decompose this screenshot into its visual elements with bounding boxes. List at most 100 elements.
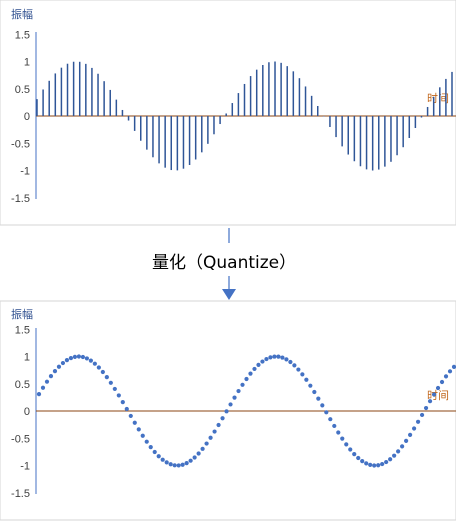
- quantized-point: [168, 462, 173, 467]
- quantized-point: [124, 406, 129, 412]
- quantized-point: [220, 416, 225, 421]
- quantized-point: [148, 445, 153, 450]
- quantized-point: [360, 458, 365, 464]
- quantized-point: [212, 429, 217, 434]
- quantized-point: [136, 427, 141, 432]
- quantized-point: [68, 355, 74, 361]
- quantized-point: [216, 422, 221, 428]
- quantized-point: [120, 400, 125, 405]
- quantized-point: [380, 461, 385, 467]
- quantized-point: [368, 462, 373, 467]
- quantized-point: [104, 375, 109, 380]
- y-tick-label: 1.5: [15, 29, 30, 41]
- quantized-point: [427, 399, 433, 404]
- quantized-point: [200, 446, 205, 451]
- quantized-point: [304, 377, 309, 382]
- quantized-point: [344, 442, 349, 447]
- quantized-point: [288, 359, 293, 365]
- quantized-point: [272, 354, 277, 359]
- y-tick-label: 1: [24, 57, 30, 69]
- quantized-point: [100, 369, 105, 375]
- quantized-point: [280, 355, 285, 360]
- quantized-point: [84, 356, 89, 361]
- quantized-point: [140, 433, 145, 438]
- y-tick-label: -1.5: [11, 193, 30, 205]
- quantized-point: [236, 388, 241, 394]
- quantized-signal-panel: 振幅 时间 1.510.50-0.5-1-1.5: [0, 300, 456, 521]
- quantized-point: [156, 454, 161, 459]
- quantized-point: [48, 374, 54, 379]
- quantized-point: [284, 357, 289, 362]
- quantized-point: [384, 459, 389, 465]
- quantized-point: [244, 376, 249, 382]
- quantized-point: [204, 441, 209, 446]
- quantized-point: [364, 461, 369, 466]
- quantize-step-label: 量化（Quantize）: [152, 253, 296, 273]
- quantized-point: [80, 354, 85, 360]
- quantized-point: [435, 385, 441, 391]
- y-tick-label: 0.5: [15, 84, 30, 96]
- quantized-point: [116, 393, 121, 398]
- quantized-point: [404, 438, 409, 443]
- quantized-point: [356, 455, 361, 461]
- quantized-point: [208, 435, 213, 440]
- quantized-point: [44, 379, 50, 384]
- quantized-point: [252, 366, 257, 372]
- quantized-point: [268, 355, 273, 360]
- quantized-point: [176, 463, 181, 468]
- quantized-point: [308, 383, 313, 388]
- quantized-point: [260, 359, 265, 364]
- quantized-point: [132, 420, 137, 425]
- quantized-point: [256, 362, 261, 367]
- quantized-point: [348, 447, 353, 452]
- y-tick-label: 1.5: [15, 324, 30, 336]
- y-tick-label: -1: [20, 461, 30, 473]
- quantized-point: [60, 360, 66, 366]
- quantized-point: [336, 430, 341, 435]
- quantized-point: [300, 372, 305, 377]
- quantized-point: [108, 380, 113, 385]
- y-tick-label: 0: [24, 406, 30, 418]
- quantized-point: [76, 354, 82, 359]
- quantized-point: [352, 452, 357, 457]
- quantized-point: [240, 382, 245, 387]
- y-tick-label: -0.5: [11, 138, 30, 150]
- quantized-point: [188, 458, 193, 463]
- sampled-signal-panel: 振幅 时间 1.510.50-0.5-1-1.5: [0, 0, 456, 226]
- quantized-point: [264, 356, 269, 362]
- down-arrow-icon: [222, 289, 236, 300]
- quantized-point: [192, 455, 197, 460]
- quantized-point: [144, 439, 149, 444]
- quantized-point: [88, 358, 93, 363]
- quantized-point: [332, 423, 337, 429]
- quantization-diagram: 振幅 时间 1.510.50-0.5-1-1.5 量化（Quantize） 振幅…: [0, 0, 456, 521]
- quantized-point: [160, 457, 165, 462]
- quantized-point: [56, 364, 62, 369]
- y-tick-label: 0: [24, 111, 30, 123]
- quantized-point: [152, 449, 157, 455]
- quantized-point: [400, 444, 405, 449]
- quantized-point: [439, 379, 445, 385]
- quantized-point: [276, 354, 281, 359]
- quantized-point: [296, 367, 301, 372]
- y-tick-label: -1: [20, 166, 30, 178]
- quantized-point: [431, 392, 437, 397]
- quantized-point: [248, 371, 253, 376]
- quantized-point: [228, 402, 233, 407]
- y-tick-label: 1: [24, 352, 30, 364]
- quantized-point: [292, 363, 297, 368]
- quantized-point: [196, 451, 201, 456]
- y-tick-label: 0.5: [15, 379, 30, 391]
- quantized-point: [36, 392, 42, 397]
- quantized-point: [388, 457, 393, 462]
- y-tick-label: -0.5: [11, 433, 30, 445]
- quantized-point: [340, 436, 345, 441]
- quantized-point: [423, 405, 429, 411]
- quantized-point: [64, 358, 70, 363]
- quantized-point: [376, 463, 381, 468]
- quantized-point: [443, 374, 449, 379]
- quantized-point: [408, 432, 413, 437]
- panel-frame: [0, 0, 456, 226]
- y-axis-label: 振幅: [11, 7, 33, 21]
- quantized-point: [184, 461, 189, 466]
